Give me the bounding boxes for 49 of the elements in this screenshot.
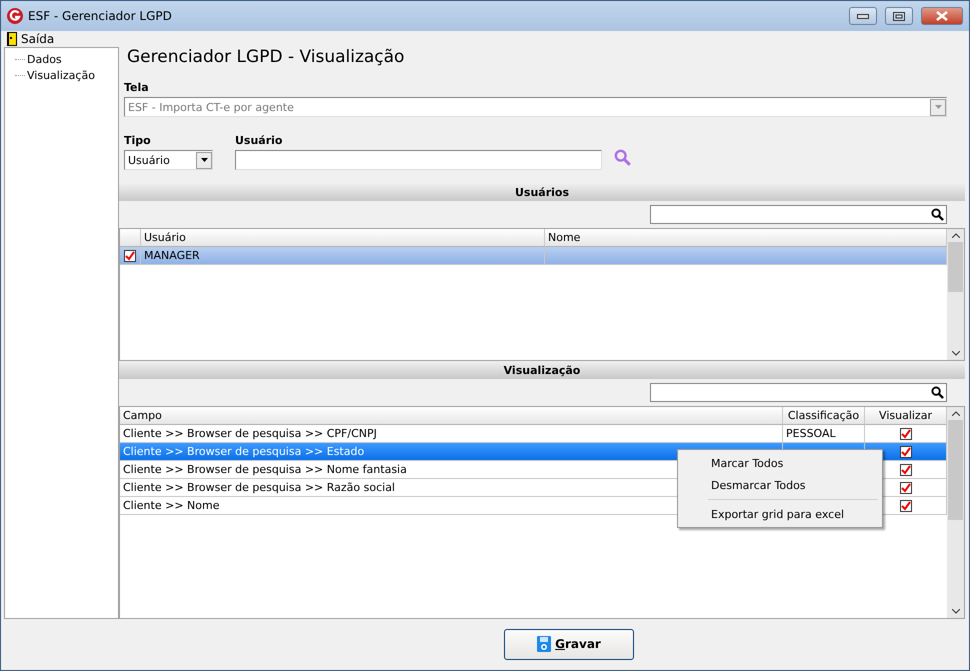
column-header[interactable]: Visualizar <box>865 407 947 425</box>
section-header: Visualização <box>119 361 965 379</box>
checkbox[interactable] <box>900 446 912 458</box>
checkbox[interactable] <box>900 482 912 494</box>
tree-item[interactable]: Visualização <box>27 68 95 82</box>
grid-row[interactable]: Cliente >> Browser de pesquisa >> CPF/CNPJ PESSOAL <box>120 425 947 443</box>
type-dropdown[interactable]: Usuário <box>124 150 213 170</box>
minimize-button[interactable] <box>849 7 877 25</box>
section-header: Usuários <box>119 183 965 201</box>
table-cell: Cliente >> Nome <box>123 499 220 512</box>
close-button[interactable] <box>921 7 963 25</box>
search-icon[interactable] <box>931 386 944 399</box>
window-title: ESF - Gerenciador LGPD <box>28 9 173 23</box>
caret-icon <box>200 158 208 162</box>
table-cell: MANAGER <box>144 249 200 262</box>
table-cell: Cliente >> Browser de pesquisa >> Nome fantasia <box>123 463 407 476</box>
table-cell: PESSOAL <box>786 427 836 440</box>
grid-row[interactable]: MANAGER <box>120 247 947 265</box>
table-cell: Cliente >> Browser de pesquisa >> Estado <box>123 445 364 458</box>
close-icon <box>936 11 948 21</box>
menu-item[interactable]: Saída <box>21 32 54 46</box>
scrollbar[interactable] <box>947 407 964 618</box>
column-header[interactable]: Nome <box>545 229 947 247</box>
column-header[interactable]: Campo <box>120 407 783 425</box>
scrollbar[interactable] <box>947 229 964 360</box>
checkbox[interactable] <box>900 464 912 476</box>
checkbox[interactable] <box>900 500 912 512</box>
column-header[interactable]: Classificação <box>783 407 865 425</box>
exit-door-icon <box>7 32 17 46</box>
field-label: Tela <box>124 81 150 94</box>
maximize-icon <box>893 12 905 20</box>
save-button[interactable]: Gravar <box>504 628 634 660</box>
checkbox[interactable] <box>900 428 912 440</box>
caret-icon <box>934 105 942 109</box>
page-heading: Gerenciador LGPD - Visualização <box>126 47 406 67</box>
maximize-button[interactable] <box>885 7 913 25</box>
app-logo-icon <box>7 8 23 24</box>
search-field[interactable] <box>650 205 947 224</box>
user-input-field[interactable] <box>235 150 602 170</box>
column-header[interactable]: Usuário <box>141 229 545 247</box>
table-cell: Cliente >> Browser de pesquisa >> CPF/CNPJ <box>123 427 377 440</box>
table-cell: Cliente >> Browser de pesquisa >> Razão social <box>123 481 395 494</box>
search-field[interactable] <box>650 383 947 402</box>
field-label: Usuário <box>235 134 284 147</box>
field-label: Tipo <box>124 134 152 147</box>
minimize-icon <box>857 14 869 18</box>
tree-item[interactable]: Dados <box>27 52 62 66</box>
checkbox[interactable] <box>124 250 136 262</box>
search-icon[interactable] <box>931 208 944 221</box>
